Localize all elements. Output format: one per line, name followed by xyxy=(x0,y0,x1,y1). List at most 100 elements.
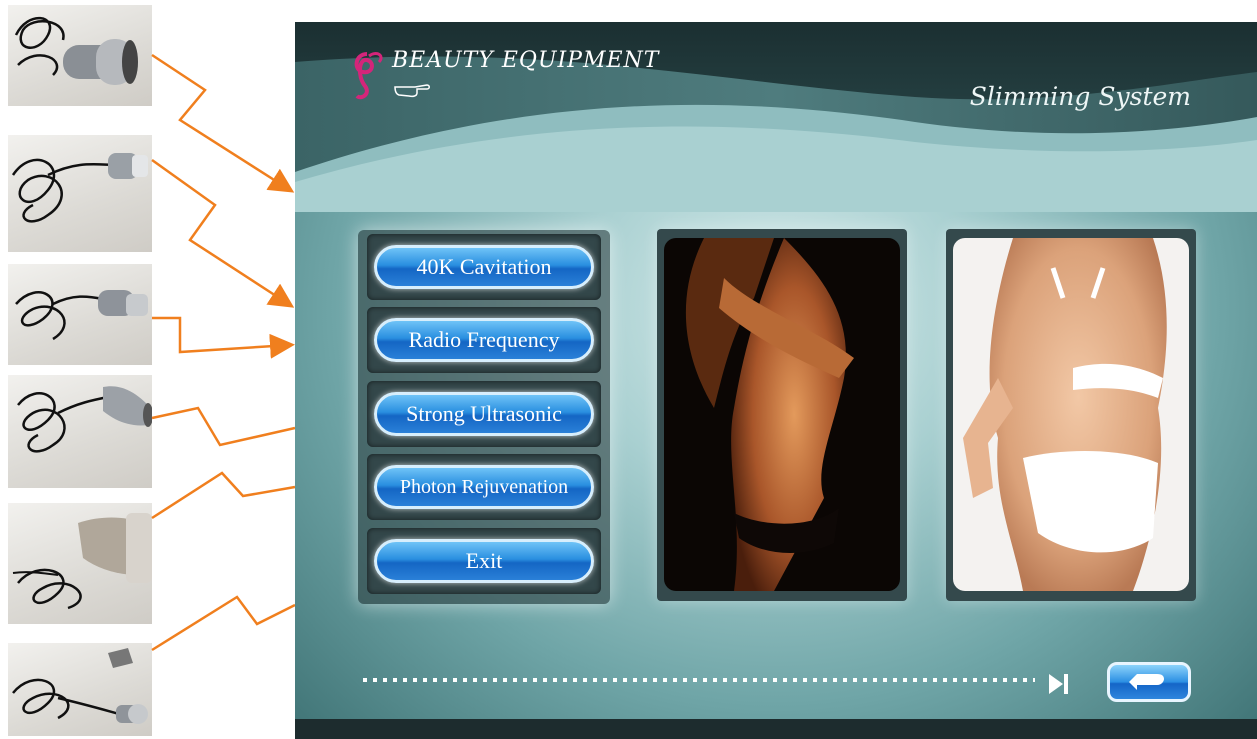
connector-line-6 xyxy=(151,595,296,652)
progress-dot xyxy=(693,678,697,682)
progress-dot xyxy=(633,678,637,682)
connector-line-2 xyxy=(151,158,295,308)
progress-dot xyxy=(643,678,647,682)
exit-button[interactable]: Exit xyxy=(374,539,594,583)
progress-dot xyxy=(503,678,507,682)
progress-dot xyxy=(373,678,377,682)
progress-dot xyxy=(493,678,497,682)
progress-dot xyxy=(393,678,397,682)
progress-dot xyxy=(553,678,557,682)
progress-dot xyxy=(1023,678,1027,682)
photo-frame-right xyxy=(946,229,1196,601)
progress-dot xyxy=(893,678,897,682)
progress-dot xyxy=(523,678,527,682)
progress-dot xyxy=(573,678,577,682)
menu-row: Exit xyxy=(367,528,601,594)
brand-title: BEAUTY EQUIPMENT xyxy=(392,48,660,73)
progress-dot xyxy=(543,678,547,682)
connector-line-3 xyxy=(152,316,295,359)
treatment-menu: 40K Cavitation Radio Frequency Strong Ul… xyxy=(358,230,610,604)
system-title: Slimming System xyxy=(969,82,1191,111)
progress-dot xyxy=(963,678,967,682)
progress-dot xyxy=(703,678,707,682)
photon-rejuvenation-button[interactable]: Photon Rejuvenation xyxy=(374,465,594,509)
progress-dot xyxy=(943,678,947,682)
progress-dot xyxy=(833,678,837,682)
progress-dot xyxy=(583,678,587,682)
connector-line-5 xyxy=(151,471,296,520)
progress-dot xyxy=(363,678,367,682)
device-screen: BEAUTY EQUIPMENT Slimming System 40K Cav… xyxy=(295,22,1257,739)
progress-dot xyxy=(473,678,477,682)
progress-dot xyxy=(563,678,567,682)
progress-dot xyxy=(613,678,617,682)
back-button[interactable] xyxy=(1107,662,1191,702)
progress-dot xyxy=(903,678,907,682)
progress-dot xyxy=(843,678,847,682)
progress-dot xyxy=(913,678,917,682)
bottom-bar xyxy=(295,719,1257,739)
progress-dot xyxy=(593,678,597,682)
progress-dot xyxy=(773,678,777,682)
progress-dot xyxy=(793,678,797,682)
progress-dot xyxy=(983,678,987,682)
menu-row: Radio Frequency xyxy=(367,307,601,373)
strong-ultrasonic-button[interactable]: Strong Ultrasonic xyxy=(374,392,594,436)
progress-dot xyxy=(623,678,627,682)
skip-to-end-icon xyxy=(1049,674,1068,694)
progress-dot xyxy=(853,678,857,682)
menu-row: Photon Rejuvenation xyxy=(367,454,601,520)
menu-row: 40K Cavitation xyxy=(367,234,601,300)
progress-dot xyxy=(973,678,977,682)
progress-dot xyxy=(413,678,417,682)
progress-dot xyxy=(403,678,407,682)
progress-dot xyxy=(1013,678,1017,682)
photo-frame-left xyxy=(657,229,907,601)
connector-line-4 xyxy=(151,406,296,447)
progress-dot xyxy=(783,678,787,682)
progress-dot xyxy=(483,678,487,682)
progress-dot xyxy=(383,678,387,682)
progress-dot xyxy=(433,678,437,682)
progress-dot xyxy=(463,678,467,682)
menu-row: Strong Ultrasonic xyxy=(367,381,601,447)
progress-dot xyxy=(673,678,677,682)
connector-lines xyxy=(151,53,296,652)
progress-dot xyxy=(443,678,447,682)
progress-dot xyxy=(743,678,747,682)
progress-dot xyxy=(513,678,517,682)
progress-dot xyxy=(763,678,767,682)
progress-dot xyxy=(723,678,727,682)
progress-dot xyxy=(873,678,877,682)
progress-dot xyxy=(823,678,827,682)
progress-dot xyxy=(813,678,817,682)
model-photo-dark xyxy=(664,238,900,591)
connector-line-1 xyxy=(151,53,295,193)
progress-dot xyxy=(733,678,737,682)
progress-dot xyxy=(863,678,867,682)
return-arrow-icon xyxy=(1129,674,1164,690)
progress-dot xyxy=(953,678,957,682)
progress-dot xyxy=(933,678,937,682)
radio-frequency-button[interactable]: Radio Frequency xyxy=(374,318,594,362)
progress-dot xyxy=(653,678,657,682)
progress-dot xyxy=(993,678,997,682)
progress-dot xyxy=(1003,678,1007,682)
progress-dot xyxy=(453,678,457,682)
progress-dot xyxy=(533,678,537,682)
progress-dot xyxy=(713,678,717,682)
progress-dot xyxy=(803,678,807,682)
progress-dot xyxy=(683,678,687,682)
pointing-hand-icon xyxy=(394,84,430,98)
swirl-logo-icon xyxy=(354,52,383,100)
progress-dot xyxy=(603,678,607,682)
progress-dot xyxy=(753,678,757,682)
progress-dot xyxy=(663,678,667,682)
progress-dot xyxy=(923,678,927,682)
progress-dot xyxy=(1033,678,1035,682)
progress-dot xyxy=(423,678,427,682)
progress-track: /* placeholder for no-op */ xyxy=(359,668,1035,692)
model-photo-light xyxy=(953,238,1189,591)
cavitation-button[interactable]: 40K Cavitation xyxy=(374,245,594,289)
progress-dot xyxy=(883,678,887,682)
